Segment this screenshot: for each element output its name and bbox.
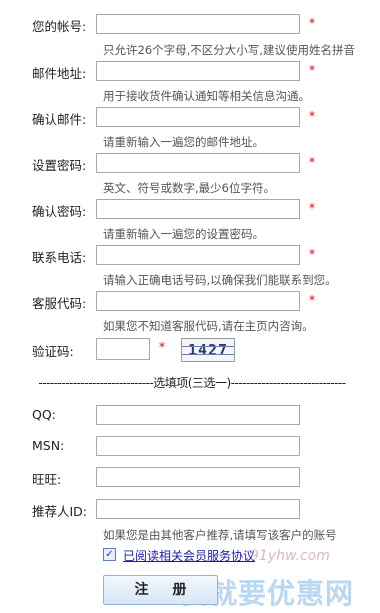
- captcha-required-mark: *: [159, 340, 165, 354]
- service-code-label: 客服代码:: [32, 296, 87, 311]
- password-label: 设置密码:: [32, 158, 87, 173]
- phone-hint: 请输入正确电话号码,以确保我们能联系到您。: [103, 273, 337, 287]
- email-label: 邮件地址:: [32, 66, 87, 81]
- wangwang-label: 旺旺:: [32, 472, 62, 487]
- captcha-noise-line: [182, 346, 234, 347]
- msn-input[interactable]: [96, 436, 300, 456]
- msn-label: MSN:: [32, 438, 65, 453]
- referrer-input[interactable]: [96, 499, 300, 519]
- password-confirm-label: 确认密码:: [32, 204, 87, 219]
- password-confirm-hint: 请重新输入一遍您的设置密码。: [103, 227, 264, 241]
- service-code-input[interactable]: [96, 291, 300, 311]
- captcha-image[interactable]: 1427: [181, 338, 235, 362]
- phone-required-mark: *: [309, 247, 315, 261]
- captcha-input[interactable]: [96, 338, 150, 360]
- wangwang-input[interactable]: [96, 467, 300, 487]
- password-hint: 英文、符号或数字,最少6位字符。: [103, 181, 275, 195]
- referrer-label: 推荐人ID:: [32, 504, 88, 519]
- captcha-noise-line: [182, 354, 234, 355]
- watermark-url: 91yhw.com: [250, 548, 330, 564]
- referrer-hint: 如果您是由其他客户推荐,请填写该客户的账号: [103, 528, 337, 542]
- email-confirm-input[interactable]: [96, 107, 300, 127]
- account-input[interactable]: [96, 14, 300, 34]
- register-button[interactable]: 注册: [103, 575, 218, 605]
- email-confirm-hint: 请重新输入一遍您的邮件地址。: [103, 135, 264, 149]
- captcha-code: 1427: [187, 341, 229, 359]
- email-required-mark: *: [309, 63, 315, 77]
- account-required-mark: *: [309, 16, 315, 30]
- email-confirm-label: 确认邮件:: [32, 112, 87, 127]
- phone-label: 联系电话:: [32, 250, 87, 265]
- email-confirm-required-mark: *: [309, 109, 315, 123]
- password-input[interactable]: [96, 153, 300, 173]
- account-hint: 只允许26个字母,不区分大小写,建议使用姓名拼音: [103, 43, 355, 57]
- password-confirm-required-mark: *: [309, 201, 315, 215]
- qq-label: QQ:: [32, 407, 56, 422]
- account-label: 您的帐号:: [32, 19, 87, 34]
- phone-input[interactable]: [96, 245, 300, 265]
- service-code-hint: 如果您不知道客服代码,请在主页内咨询。: [103, 319, 314, 333]
- optional-divider: ------------------------------选填项(三选一)--…: [38, 376, 346, 390]
- password-confirm-input[interactable]: [96, 199, 300, 219]
- agreement-link[interactable]: 已阅读相关会员服务协议: [123, 547, 255, 564]
- agreement-checkbox[interactable]: ✓: [103, 548, 116, 561]
- qq-input[interactable]: [96, 405, 300, 425]
- password-required-mark: *: [309, 155, 315, 169]
- email-input[interactable]: [96, 61, 300, 81]
- service-code-required-mark: *: [309, 293, 315, 307]
- captcha-label: 验证码:: [32, 344, 74, 359]
- email-hint: 用于接收货件确认通知等相关信息沟通。: [103, 89, 310, 103]
